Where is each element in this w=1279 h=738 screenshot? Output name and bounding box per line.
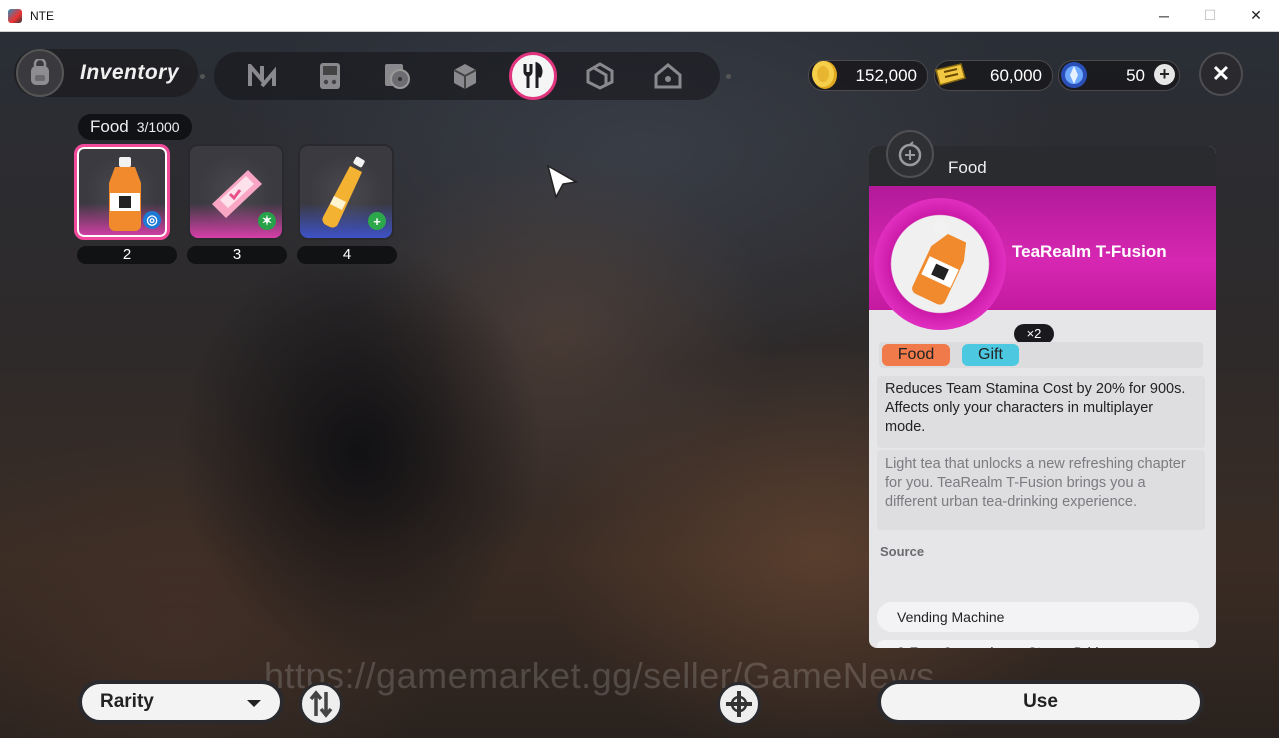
blue-crystal-icon: [1061, 62, 1087, 88]
currency-crystal: 50 +: [1058, 60, 1180, 91]
target-button[interactable]: [717, 682, 761, 726]
currency-gold: 152,000: [808, 60, 928, 91]
category-name: Food: [90, 117, 129, 136]
rarity-badge-icon: +: [368, 212, 386, 230]
item-portrait: [874, 198, 1006, 330]
crosshair-icon: [726, 691, 752, 717]
disc-case-icon[interactable]: [377, 56, 417, 96]
game-scene: Inventory 152,000 60,000 50 + ✕ Food 3/1…: [0, 32, 1279, 738]
gold-value: 152,000: [855, 66, 917, 85]
fork-knife-icon[interactable]: [509, 52, 557, 100]
minimize-button[interactable]: ─: [1141, 0, 1187, 31]
chevron-down-icon: [247, 700, 261, 707]
ticket-icon: [935, 63, 966, 86]
category-label: Food 3/1000: [78, 114, 192, 140]
n-logo-icon[interactable]: [242, 56, 282, 96]
item-count-1: 2: [77, 246, 177, 264]
use-button[interactable]: Use: [877, 680, 1204, 724]
tea-bottle-icon: [109, 157, 141, 231]
rarity-badge-icon: ✶: [258, 212, 276, 230]
rarity-badge-icon: ◎: [143, 211, 161, 229]
add-crystal-button[interactable]: +: [1154, 64, 1175, 85]
window-close-button[interactable]: ✕: [1233, 0, 1279, 31]
crystal-value: 50: [1126, 66, 1145, 85]
item-slot-pink-snack[interactable]: ✶: [188, 144, 284, 240]
page-title: Inventory: [80, 61, 180, 84]
handheld-console-icon[interactable]: [310, 56, 350, 96]
window-titlebar: NTE ─ ☐ ✕: [0, 0, 1279, 32]
gold-coin-icon: [812, 61, 837, 89]
sort-order-button[interactable]: [299, 682, 343, 726]
app-icon: [8, 8, 22, 23]
sort-dropdown-label: Rarity: [100, 691, 154, 712]
box-icon[interactable]: [445, 56, 485, 96]
item-count-2: 3: [187, 246, 287, 264]
lore-description: Light tea that unlocks a new refreshing …: [877, 450, 1205, 530]
maximize-button[interactable]: ☐: [1187, 0, 1233, 31]
ticket-value: 60,000: [990, 66, 1042, 85]
sort-dropdown[interactable]: Rarity: [78, 680, 284, 724]
watermark: https://gamemarket.gg/seller/GameNews: [264, 655, 935, 696]
source-label: Source: [880, 544, 925, 559]
panel-hero: TeaRealm T-Fusion ×2: [869, 186, 1216, 344]
tea-bottle-icon: [912, 220, 967, 305]
source-item[interactable]: 2-Four Convenience Store - Bridge: [877, 640, 1199, 648]
tag-food: Food: [882, 344, 950, 366]
home-icon[interactable]: [648, 56, 688, 96]
backpack-icon: [16, 49, 64, 97]
item-tags: Food Gift: [879, 342, 1203, 368]
item-count-3: 4: [297, 246, 397, 264]
category-tabs: [200, 52, 731, 100]
lore-text: Light tea that unlocks a new refreshing …: [885, 456, 1186, 510]
window-controls: ─ ☐ ✕: [1141, 0, 1279, 31]
sort-arrows-icon: [309, 690, 333, 718]
panel-category-title: Food: [948, 158, 987, 177]
item-detail-panel: Food TeaRealm T-Fusion ×2 Food Gift Redu…: [869, 146, 1216, 648]
source-item[interactable]: Vending Machine: [877, 602, 1199, 632]
currency-ticket: 60,000: [934, 60, 1053, 91]
tag-gift: Gift: [962, 344, 1019, 366]
item-slot-tearealm[interactable]: ◎: [74, 144, 170, 240]
item-name: TeaRealm T-Fusion: [1012, 242, 1167, 261]
window-title: NTE: [30, 8, 54, 23]
item-quantity: ×2: [1014, 324, 1054, 344]
package-cube-icon[interactable]: [580, 56, 620, 96]
food-category-icon: [886, 130, 934, 178]
effect-text: Reduces Team Stamina Cost by 20% for 900…: [885, 381, 1186, 435]
item-slot-orange-juice[interactable]: +: [298, 144, 394, 240]
inventory-header: Inventory: [14, 49, 198, 97]
mouse-cursor-icon: [546, 164, 579, 200]
effect-description: Reduces Team Stamina Cost by 20% for 900…: [877, 376, 1205, 448]
tab-scroll-dot-right: [726, 74, 731, 79]
category-count: 3/1000: [136, 119, 180, 135]
tab-scroll-dot-left: [200, 74, 205, 79]
close-inventory-button[interactable]: ✕: [1199, 52, 1243, 96]
